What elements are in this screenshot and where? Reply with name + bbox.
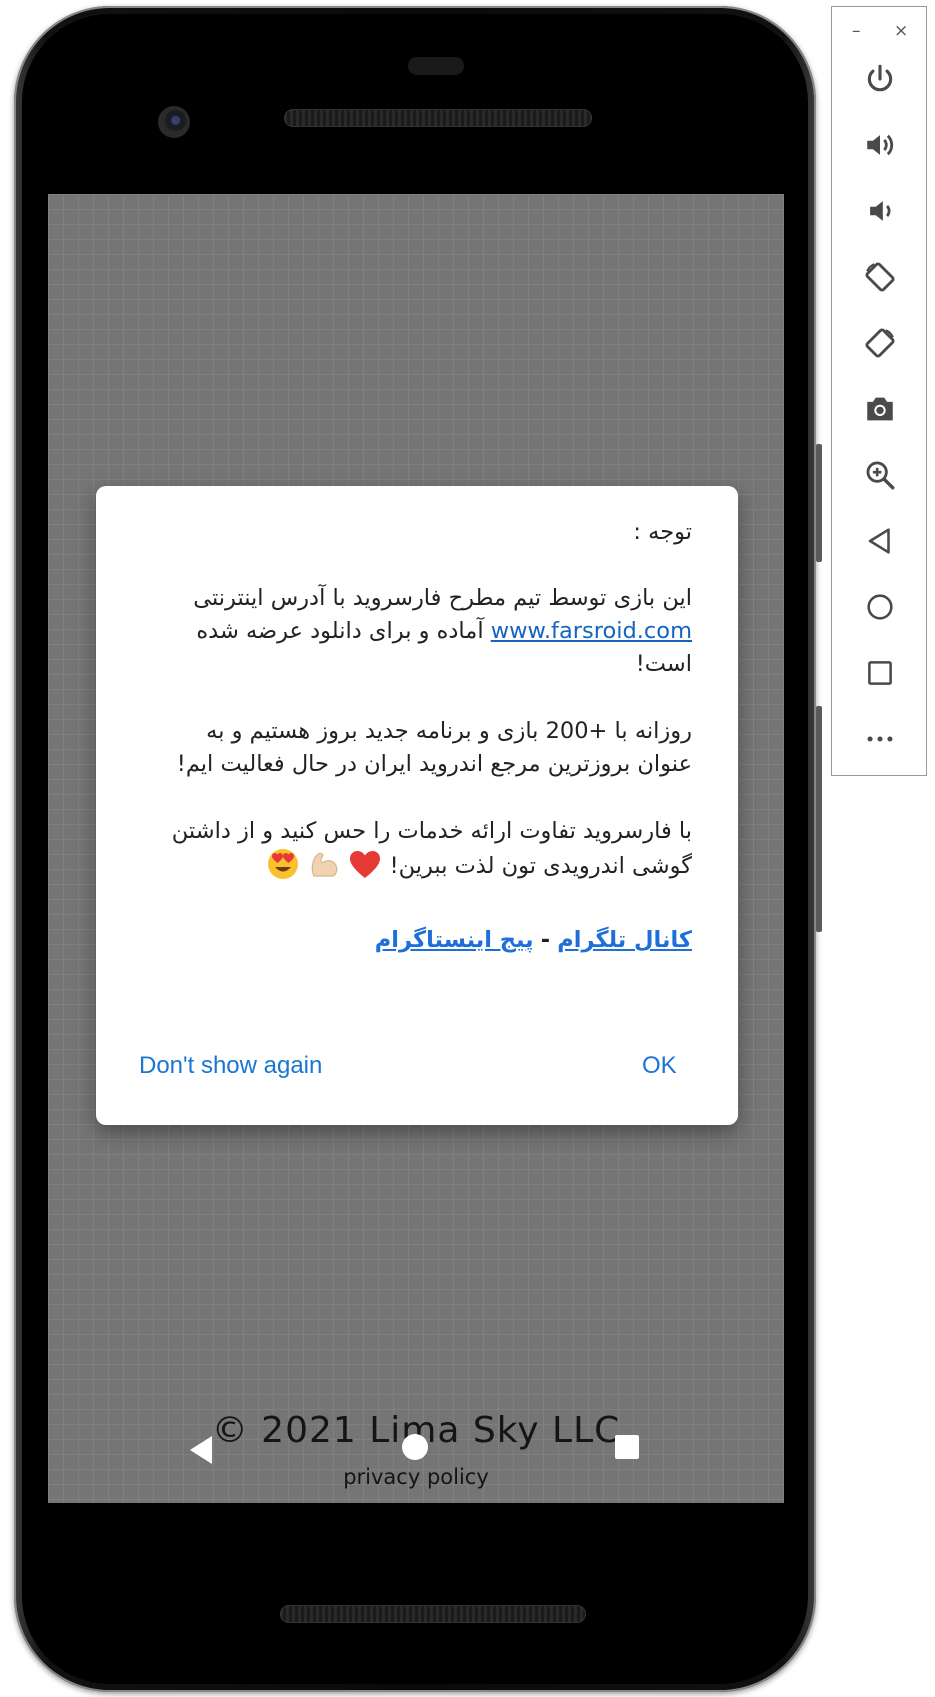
volume-up-icon[interactable] <box>860 125 900 165</box>
dialog-paragraph-2: روزانه با +200 بازی و برنامه جدید بروز ه… <box>176 718 692 777</box>
heart-emoji-icon <box>349 850 381 890</box>
flexed-biceps-emoji-icon <box>308 848 340 890</box>
device-screen: © 2021 Lima Sky LLC privacy policy توجه … <box>48 194 784 1503</box>
nav-back-icon[interactable] <box>186 1432 216 1468</box>
zoom-icon[interactable] <box>860 455 900 495</box>
close-button[interactable]: × <box>894 21 908 41</box>
home-icon[interactable] <box>860 587 900 627</box>
p3-text: با فارسروید تفاوت ارائه خدمات را حس کنید… <box>171 818 692 879</box>
dialog-paragraph-3: با فارسروید تفاوت ارائه خدمات را حس کنید… <box>146 815 692 890</box>
power-icon[interactable] <box>860 59 900 99</box>
more-icon[interactable] <box>860 719 900 759</box>
notice-dialog: توجه : این بازی توسط تیم مطرح فارسروید ب… <box>96 486 738 1125</box>
nav-overview-icon[interactable] <box>612 1432 642 1462</box>
dont-show-again-button[interactable]: Don't show again <box>139 1052 322 1080</box>
dialog-heading: توجه : <box>633 519 692 545</box>
camera-icon[interactable] <box>860 389 900 429</box>
instagram-page-link[interactable]: پیج اینستاگرام <box>375 927 534 953</box>
front-camera <box>158 106 190 138</box>
telegram-channel-link[interactable]: کانال تلگرام <box>557 927 692 953</box>
minimize-button[interactable]: – <box>852 21 861 41</box>
bottom-speaker <box>280 1605 586 1623</box>
power-side-button <box>816 444 822 562</box>
links-separator: - <box>540 927 551 953</box>
nav-home-icon[interactable] <box>400 1432 430 1462</box>
top-speaker <box>284 109 592 127</box>
emulator-toolbar: – × <box>831 6 927 776</box>
dialog-links-row: کانال تلگرام - پیج اینستاگرام <box>146 924 692 957</box>
rotate-right-icon[interactable] <box>860 323 900 363</box>
back-icon[interactable] <box>860 521 900 561</box>
privacy-policy-link[interactable]: privacy policy <box>48 1465 784 1489</box>
p1-text-before: این بازی توسط تیم مطرح فارسروید با آدرس … <box>193 585 692 611</box>
overview-icon[interactable] <box>860 653 900 693</box>
dialog-message: توجه : این بازی توسط تیم مطرح فارسروید ب… <box>146 516 692 991</box>
volume-down-icon[interactable] <box>860 191 900 231</box>
ok-button[interactable]: OK <box>642 1052 677 1080</box>
dialog-paragraph-1: این بازی توسط تیم مطرح فارسروید با آدرس … <box>146 582 692 681</box>
volume-side-button <box>816 706 822 932</box>
farsroid-url-link[interactable]: www.farsroid.com <box>491 618 692 644</box>
rotate-left-icon[interactable] <box>860 257 900 297</box>
heart-eyes-emoji-icon <box>267 848 299 890</box>
earpiece <box>408 57 464 75</box>
